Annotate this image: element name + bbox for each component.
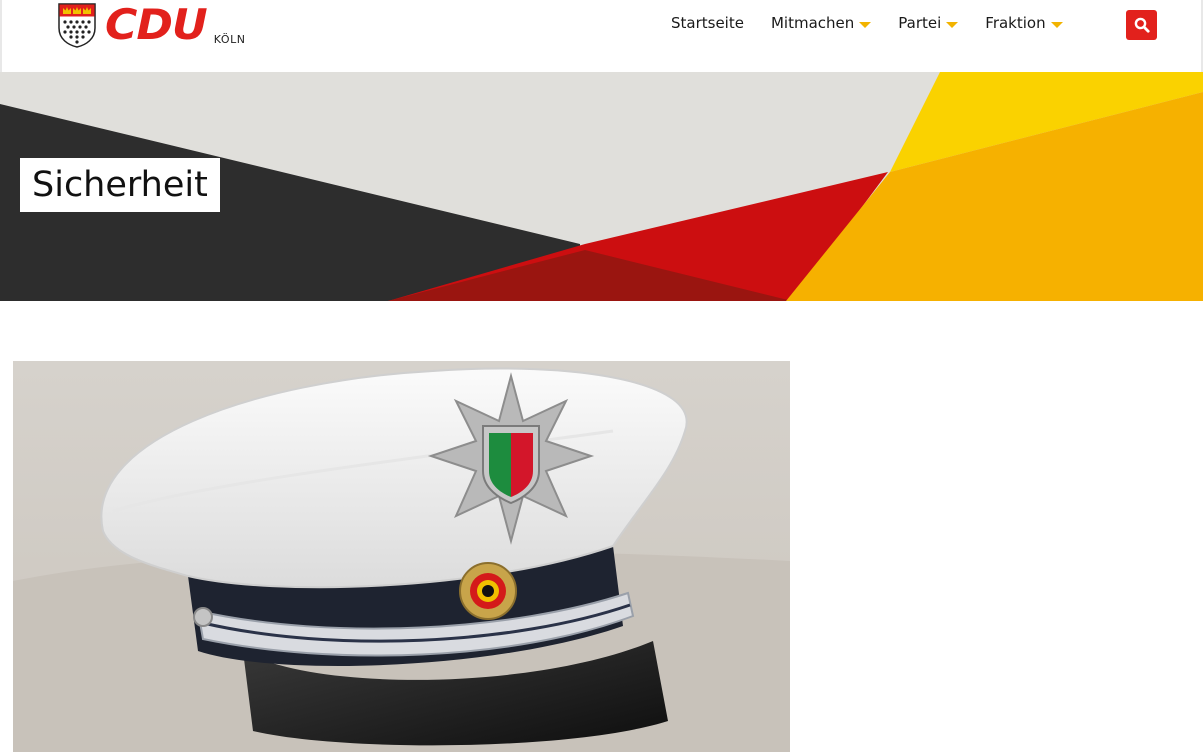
chevron-down-icon [946,21,959,28]
nav-item-startseite[interactable]: Startseite [671,14,744,32]
search-icon [1134,17,1150,33]
page-title: Sicherheit [20,158,220,212]
nav-item-label: Startseite [671,14,744,32]
article-image-police-cap [13,361,790,752]
nav-item-fraktion[interactable]: Fraktion [985,14,1063,32]
nav-item-label: Fraktion [985,14,1046,32]
main-nav: Startseite Mitmachen Partei Fraktion [671,12,1090,34]
chevron-down-icon [859,21,872,28]
nav-item-mitmachen[interactable]: Mitmachen [770,14,872,32]
chevron-down-icon [1050,21,1063,28]
police-cap-image [13,361,790,752]
brand-wordmark: CDU [105,0,208,49]
cologne-crest-icon [58,3,96,48]
nav-item-partei[interactable]: Partei [898,14,959,32]
cdu-koeln-logo[interactable]: CDU KÖLN [57,2,245,48]
search-button[interactable] [1126,10,1157,40]
nav-item-label: Partei [898,14,942,32]
nav-item-label: Mitmachen [770,14,855,32]
site-header: CDU KÖLN Startseite Mitmachen Partei Fra… [0,0,1203,72]
brand-city: KÖLN [213,33,246,46]
